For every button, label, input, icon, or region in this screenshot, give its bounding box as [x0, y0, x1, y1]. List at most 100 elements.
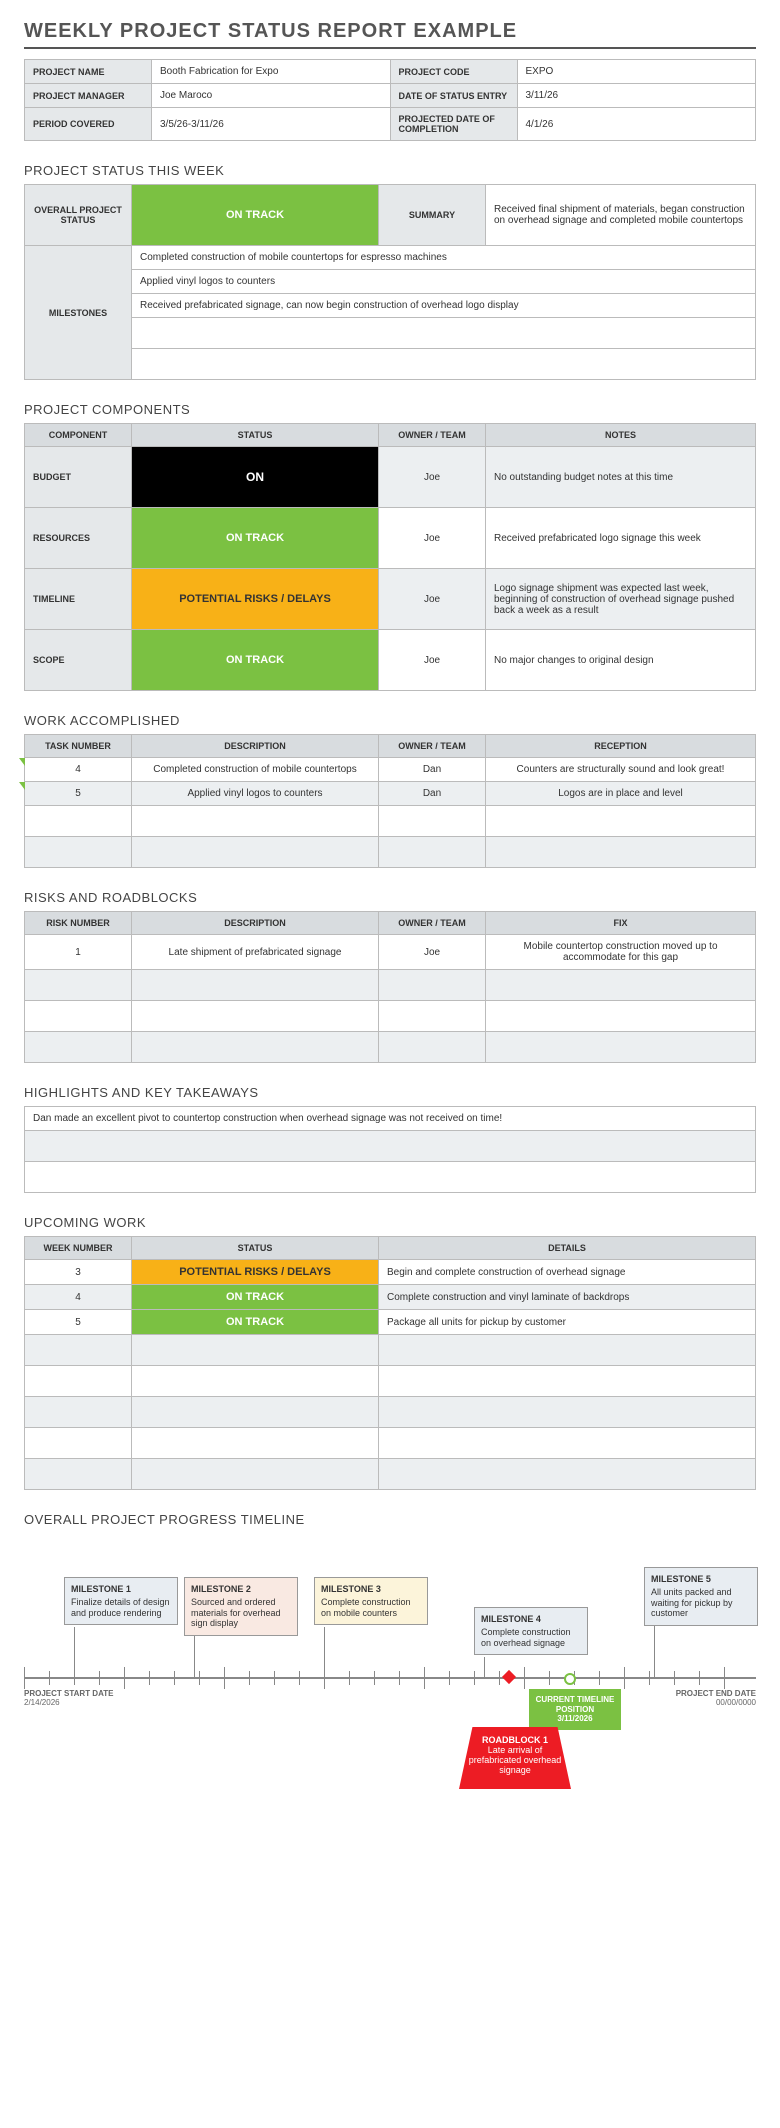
label-milestones: MILESTONES	[25, 246, 132, 380]
highlight-row	[25, 1131, 756, 1162]
section-status-week: PROJECT STATUS THIS WEEK	[24, 163, 756, 178]
milestone-box: MILESTONE 3Complete construction on mobi…	[314, 1577, 428, 1625]
work-table: TASK NUMBER DESCRIPTION OWNER / TEAM REC…	[24, 734, 756, 868]
value-period: 3/5/26-3/11/26	[152, 108, 391, 141]
week-details: Complete construction and vinyl laminate…	[379, 1285, 756, 1310]
col-owner: OWNER / TEAM	[379, 735, 486, 758]
timeline-chart: MILESTONE 1Finalize details of design an…	[24, 1537, 756, 1797]
component-owner: Joe	[379, 569, 486, 630]
component-notes: No outstanding budget notes at this time	[486, 447, 756, 508]
task-reception: Counters are structurally sound and look…	[486, 758, 756, 782]
week-details: Package all units for pickup by customer	[379, 1310, 756, 1335]
risk-fix: Mobile countertop construction moved up …	[486, 935, 756, 970]
milestone-row	[132, 349, 756, 380]
upcoming-table: WEEK NUMBER STATUS DETAILS 3 POTENTIAL R…	[24, 1236, 756, 1490]
section-work: WORK ACCOMPLISHED	[24, 713, 756, 728]
week-status: POTENTIAL RISKS / DELAYS	[132, 1260, 379, 1285]
timeline-end: PROJECT END DATE00/00/0000	[676, 1689, 756, 1707]
value-project-name: Booth Fabrication for Expo	[152, 60, 391, 84]
highlight-row: Dan made an excellent pivot to counterto…	[25, 1107, 756, 1131]
component-notes: No major changes to original design	[486, 630, 756, 691]
current-marker	[564, 1673, 576, 1685]
value-project-code: EXPO	[517, 60, 756, 84]
section-highlights: HIGHLIGHTS AND KEY TAKEAWAYS	[24, 1085, 756, 1100]
col-details: DETAILS	[379, 1237, 756, 1260]
col-fix: FIX	[486, 912, 756, 935]
component-label: SCOPE	[25, 630, 132, 691]
highlight-row	[25, 1162, 756, 1193]
component-owner: Joe	[379, 508, 486, 569]
component-status: ON TRACK	[132, 630, 379, 691]
week-num: 4	[25, 1285, 132, 1310]
component-owner: Joe	[379, 630, 486, 691]
milestone-box: MILESTONE 5All units packed and waiting …	[644, 1567, 758, 1626]
col-week: WEEK NUMBER	[25, 1237, 132, 1260]
components-table: COMPONENT STATUS OWNER / TEAM NOTES BUDG…	[24, 423, 756, 691]
page-title: WEEKLY PROJECT STATUS REPORT EXAMPLE	[24, 20, 756, 49]
timeline-axis	[24, 1677, 756, 1679]
milestone-box: MILESTONE 1Finalize details of design an…	[64, 1577, 178, 1625]
component-status: ON TRACK	[132, 508, 379, 569]
roadblock-marker	[502, 1670, 516, 1684]
milestone-row: Received prefabricated signage, can now …	[132, 294, 756, 318]
section-timeline: OVERALL PROJECT PROGRESS TIMELINE	[24, 1512, 756, 1527]
col-risk: RISK NUMBER	[25, 912, 132, 935]
overall-status-badge: ON TRACK	[132, 185, 379, 246]
week-num: 3	[25, 1260, 132, 1285]
project-meta-table: PROJECT NAME Booth Fabrication for Expo …	[24, 59, 756, 141]
risk-num: 1	[25, 935, 132, 970]
label-manager: PROJECT MANAGER	[25, 84, 152, 108]
milestone-row: Completed construction of mobile counter…	[132, 246, 756, 270]
week-status: ON TRACK	[132, 1310, 379, 1335]
value-manager: Joe Maroco	[152, 84, 391, 108]
task-owner: Dan	[379, 758, 486, 782]
col-component: COMPONENT	[25, 424, 132, 447]
milestone-box: MILESTONE 2Sourced and ordered materials…	[184, 1577, 298, 1636]
label-overall-status: OVERALL PROJECT STATUS	[25, 185, 132, 246]
section-risks: RISKS AND ROADBLOCKS	[24, 890, 756, 905]
label-project-code: PROJECT CODE	[390, 60, 517, 84]
task-num: 4	[25, 758, 132, 782]
component-owner: Joe	[379, 447, 486, 508]
summary-text: Received final shipment of materials, be…	[486, 185, 756, 246]
task-reception: Logos are in place and level	[486, 782, 756, 806]
week-status: ON TRACK	[132, 1285, 379, 1310]
col-desc: DESCRIPTION	[132, 735, 379, 758]
col-task: TASK NUMBER	[25, 735, 132, 758]
col-status: STATUS	[132, 424, 379, 447]
col-desc: DESCRIPTION	[132, 912, 379, 935]
week-num: 5	[25, 1310, 132, 1335]
milestone-row	[132, 318, 756, 349]
component-label: TIMELINE	[25, 569, 132, 630]
section-components: PROJECT COMPONENTS	[24, 402, 756, 417]
task-desc: Applied vinyl logos to counters	[132, 782, 379, 806]
timeline-start: PROJECT START DATE2/14/2026	[24, 1689, 113, 1707]
value-completion: 4/1/26	[517, 108, 756, 141]
component-status: POTENTIAL RISKS / DELAYS	[132, 569, 379, 630]
col-status: STATUS	[132, 1237, 379, 1260]
label-entry: DATE OF STATUS ENTRY	[390, 84, 517, 108]
timeline-roadblock: ROADBLOCK 1Late arrival of prefabricated…	[459, 1727, 571, 1789]
label-completion: PROJECTED DATE OF COMPLETION	[390, 108, 517, 141]
milestone-row: Applied vinyl logos to counters	[132, 270, 756, 294]
label-project-name: PROJECT NAME	[25, 60, 152, 84]
component-label: BUDGET	[25, 447, 132, 508]
risk-desc: Late shipment of prefabricated signage	[132, 935, 379, 970]
status-week-table: OVERALL PROJECT STATUS ON TRACK SUMMARY …	[24, 184, 756, 380]
label-summary: SUMMARY	[379, 185, 486, 246]
label-period: PERIOD COVERED	[25, 108, 152, 141]
milestone-box: MILESTONE 4Complete construction on over…	[474, 1607, 588, 1655]
highlights-table: Dan made an excellent pivot to counterto…	[24, 1106, 756, 1193]
task-num: 5	[25, 782, 132, 806]
component-notes: Received prefabricated logo signage this…	[486, 508, 756, 569]
risks-table: RISK NUMBER DESCRIPTION OWNER / TEAM FIX…	[24, 911, 756, 1063]
component-notes: Logo signage shipment was expected last …	[486, 569, 756, 630]
task-owner: Dan	[379, 782, 486, 806]
col-owner: OWNER / TEAM	[379, 912, 486, 935]
col-owner: OWNER / TEAM	[379, 424, 486, 447]
value-entry: 3/11/26	[517, 84, 756, 108]
risk-owner: Joe	[379, 935, 486, 970]
task-desc: Completed construction of mobile counter…	[132, 758, 379, 782]
col-reception: RECEPTION	[486, 735, 756, 758]
section-upcoming: UPCOMING WORK	[24, 1215, 756, 1230]
